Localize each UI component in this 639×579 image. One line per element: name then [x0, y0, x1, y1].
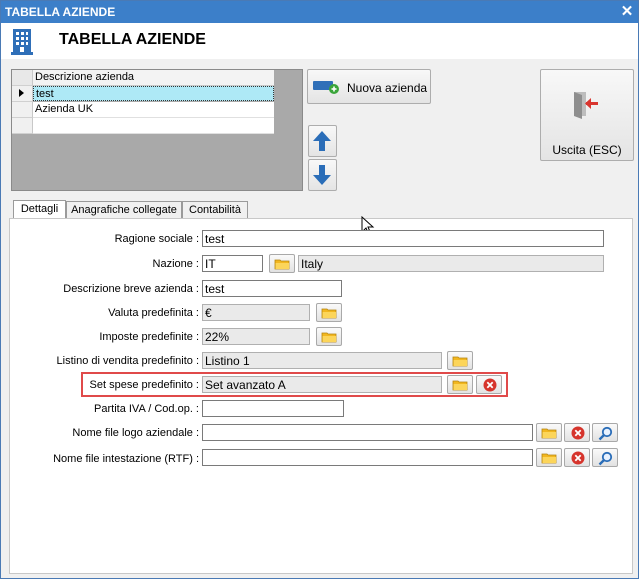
- arrow-up-icon: [313, 131, 331, 151]
- close-icon[interactable]: ✕: [619, 4, 635, 20]
- clear-icon: [571, 426, 585, 440]
- magnifier-icon: [598, 426, 613, 441]
- exit-door-icon: [574, 92, 598, 119]
- valuta-label: Valuta predefinita :: [108, 307, 199, 319]
- arrow-down-icon: [313, 165, 331, 185]
- descrizione-breve-input[interactable]: test: [202, 280, 342, 297]
- valuta-field: €: [202, 304, 310, 321]
- logo-input[interactable]: [202, 424, 533, 441]
- nazione-code-input[interactable]: IT: [202, 255, 263, 272]
- ragione-sociale-input[interactable]: test: [202, 230, 604, 247]
- nazione-name-field: Italy: [298, 255, 604, 272]
- title-bar: TABELLA AZIENDE ✕: [1, 1, 638, 23]
- imposte-label: Imposte predefinite :: [99, 331, 199, 343]
- tab-anagrafiche-collegate[interactable]: Anagrafiche collegate: [66, 201, 182, 219]
- new-company-button[interactable]: Nuova azienda: [307, 69, 431, 104]
- intestazione-browse-button[interactable]: [536, 448, 562, 467]
- magnifier-icon: [598, 451, 613, 466]
- folder-icon: [541, 453, 557, 464]
- valuta-browse-button[interactable]: [316, 303, 342, 322]
- intestazione-input[interactable]: [202, 449, 533, 466]
- folder-icon: [452, 356, 468, 367]
- row-selector[interactable]: [12, 118, 33, 134]
- exit-button[interactable]: Uscita (ESC): [540, 69, 634, 161]
- building-icon: [11, 29, 33, 55]
- nazione-browse-button[interactable]: [269, 254, 295, 273]
- companies-grid[interactable]: Descrizione azienda test Azienda UK: [11, 69, 303, 191]
- listino-browse-button[interactable]: [447, 351, 473, 370]
- current-row-arrow-icon: [19, 89, 24, 97]
- folder-icon: [274, 259, 290, 270]
- set-spese-label: Set spese predefinito :: [89, 379, 199, 391]
- move-down-button[interactable]: [308, 159, 337, 191]
- listino-label: Listino di vendita predefinito :: [56, 355, 199, 367]
- intestazione-clear-button[interactable]: [564, 448, 590, 467]
- intestazione-label: Nome file intestazione (RTF) :: [53, 453, 199, 465]
- folder-icon: [452, 380, 468, 391]
- row-selector[interactable]: [12, 102, 33, 118]
- set-spese-field: Set avanzato A: [202, 376, 442, 393]
- main-window: TABELLA AZIENDE ✕ TABELLA AZIENDE Descri…: [0, 0, 639, 579]
- clear-icon: [483, 378, 497, 392]
- set-spese-clear-button[interactable]: [476, 375, 502, 394]
- window-title: TABELLA AZIENDE: [5, 5, 116, 19]
- grid-column-header[interactable]: Descrizione azienda: [33, 70, 274, 86]
- set-spese-browse-button[interactable]: [447, 375, 473, 394]
- logo-label: Nome file logo aziendale :: [72, 427, 199, 439]
- move-up-button[interactable]: [308, 125, 337, 157]
- clear-icon: [571, 451, 585, 465]
- imposte-browse-button[interactable]: [316, 327, 342, 346]
- listino-field: Listino 1: [202, 352, 442, 369]
- logo-clear-button[interactable]: [564, 423, 590, 442]
- row-selector[interactable]: [12, 86, 33, 102]
- header-band: TABELLA AZIENDE: [1, 23, 638, 59]
- table-row[interactable]: Azienda UK: [33, 102, 274, 118]
- ragione-sociale-label: Ragione sociale :: [114, 233, 199, 245]
- partita-iva-input[interactable]: [202, 400, 344, 417]
- table-row[interactable]: [33, 118, 274, 134]
- folder-icon: [321, 308, 337, 319]
- table-row[interactable]: test: [33, 86, 274, 101]
- imposte-field: 22%: [202, 328, 310, 345]
- add-record-icon: [313, 81, 339, 94]
- tab-contabilita[interactable]: Contabilità: [182, 201, 248, 219]
- tab-dettagli[interactable]: Dettagli: [13, 200, 66, 219]
- intestazione-preview-button[interactable]: [592, 448, 618, 467]
- page-title: TABELLA AZIENDE: [59, 31, 206, 48]
- folder-icon: [541, 428, 557, 439]
- folder-icon: [321, 332, 337, 343]
- logo-browse-button[interactable]: [536, 423, 562, 442]
- nazione-label: Nazione :: [152, 258, 199, 270]
- logo-preview-button[interactable]: [592, 423, 618, 442]
- grid-corner: [12, 70, 33, 86]
- descrizione-breve-label: Descrizione breve azienda :: [63, 283, 199, 295]
- partita-iva-label: Partita IVA / Cod.op. :: [94, 403, 199, 415]
